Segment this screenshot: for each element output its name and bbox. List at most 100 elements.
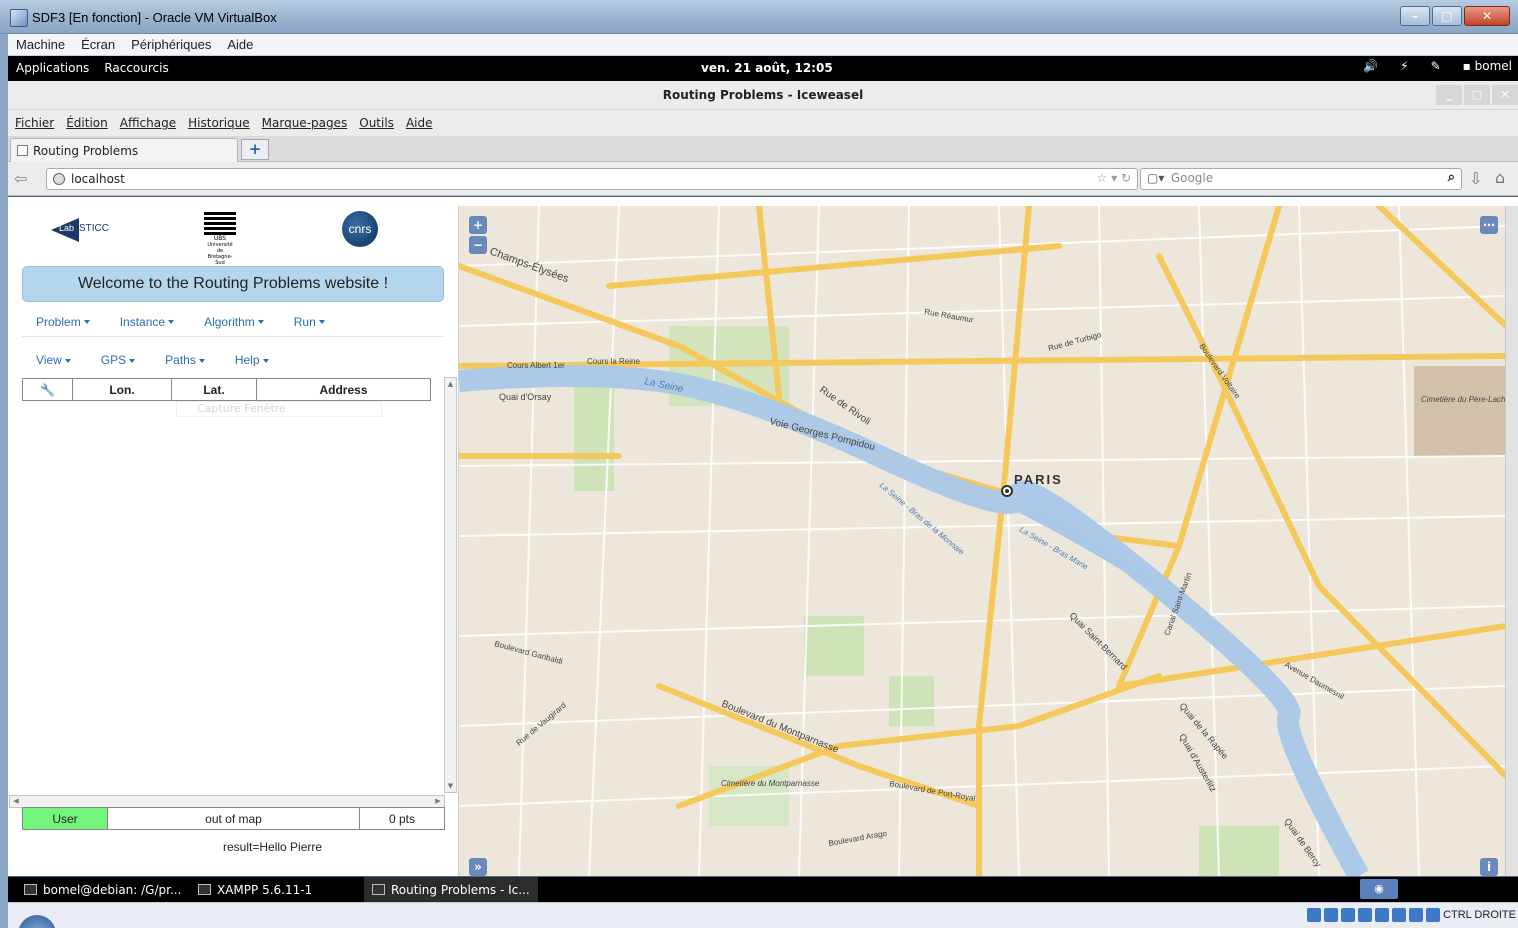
maximize-button[interactable]: □ — [1432, 6, 1462, 26]
menu-tools[interactable]: Outils — [359, 116, 394, 130]
virtualbox-status-bar: CTRL DROITE — [8, 902, 1518, 928]
map-label-cimetiere-pere: Cimetière du Père-Lachaise — [1421, 395, 1505, 404]
workspace-switcher[interactable]: ◉ — [1360, 879, 1398, 899]
map-label-paris: PARIS — [1014, 472, 1063, 487]
browser-minimize-button[interactable]: _ — [1436, 85, 1462, 105]
table-vertical-scrollbar[interactable]: ▲ ▼ — [444, 377, 457, 793]
zoom-in-button[interactable]: + — [469, 216, 487, 234]
map-info-button[interactable]: i — [1480, 858, 1498, 876]
search-engine-icon[interactable]: ▢▾ — [1147, 171, 1167, 185]
browser-icon — [372, 884, 385, 895]
menu-edit[interactable]: Édition — [66, 116, 108, 130]
scroll-right-arrow[interactable]: ▶ — [432, 796, 444, 807]
video-capture-icon[interactable] — [1409, 908, 1423, 922]
browser-close-button[interactable]: ✕ — [1492, 85, 1518, 105]
map-label-cours-reine: Cours la Reine — [587, 357, 640, 366]
layer-switcher-button[interactable]: ⋯ — [1480, 216, 1498, 234]
user-menu[interactable]: ▪ bomel — [1463, 59, 1512, 73]
gnome-top-panel: Applications Raccourcis ven. 21 août, 12… — [8, 56, 1518, 81]
search-icon[interactable]: ⌕ — [1448, 170, 1455, 185]
menu-history[interactable]: Historique — [188, 116, 250, 130]
menu-instance[interactable]: Instance — [120, 315, 174, 329]
virtualbox-window-controls: – □ ✕ — [1400, 6, 1510, 26]
overview-toggle-button[interactable]: » — [469, 858, 487, 876]
back-arrow-icon[interactable]: ⇦ — [14, 169, 40, 189]
virtualbox-window-title: SDF3 [En fonction] - Oracle VM VirtualBo… — [32, 10, 277, 25]
menu-help[interactable]: Aide — [406, 116, 433, 130]
map-view[interactable]: PARIS La Seine Voie Georges Pompidou Rue… — [458, 206, 1505, 876]
web-page: Lab STICC UBS Université de Bretagne-Sud… — [8, 197, 1518, 876]
device-status-icons — [1307, 908, 1440, 922]
optical-drive-icon[interactable] — [1324, 908, 1338, 922]
wrench-icon[interactable]: 🔧 — [22, 378, 73, 401]
menu-paths[interactable]: Paths — [165, 353, 205, 367]
virtualbox-title-bar: SDF3 [En fonction] - Oracle VM VirtualBo… — [0, 0, 1518, 34]
mouse-integration-icon[interactable] — [1426, 908, 1440, 922]
vbox-menu-help[interactable]: Aide — [227, 37, 253, 52]
top-menu-row: Problem Instance Algorithm Run — [22, 307, 444, 337]
close-button[interactable]: ✕ — [1464, 6, 1510, 26]
task-browser-label: Routing Problems - Ic... — [391, 882, 530, 897]
url-bar[interactable]: localhost ☆ ▾ ↻ — [46, 168, 1138, 190]
menu-bookmarks[interactable]: Marque-pages — [262, 116, 348, 130]
tab-routing-problems[interactable]: Routing Problems — [10, 138, 238, 162]
map-label-quai-orsay: Quai d'Orsay — [499, 392, 552, 402]
page-vertical-scrollbar[interactable] — [1505, 206, 1518, 876]
network-adapter-icon[interactable] — [1392, 908, 1406, 922]
menu-view[interactable]: View — [36, 353, 71, 367]
lab-sticc-logo: Lab STICC — [51, 218, 121, 242]
search-box[interactable]: ▢▾ Google ⌕ — [1140, 168, 1462, 190]
home-icon[interactable]: ⌂ — [1495, 168, 1505, 187]
points-count-cell: 0 pts — [359, 807, 445, 830]
task-xampp[interactable]: XAMPP 5.6.11-1 — [190, 877, 320, 902]
menu-file[interactable]: Fichier — [15, 116, 54, 130]
menu-help-page[interactable]: Help — [235, 353, 269, 367]
vbox-menu-devices[interactable]: Périphériques — [131, 37, 211, 52]
display-icon[interactable] — [1375, 908, 1389, 922]
virtualbox-app-icon — [10, 9, 28, 27]
menu-run[interactable]: Run — [294, 315, 325, 329]
shared-folder-icon[interactable] — [1358, 908, 1372, 922]
new-tab-button[interactable]: + — [241, 139, 269, 160]
task-terminal[interactable]: bomel@debian: /G/pr... — [16, 877, 189, 902]
vbox-menu-machine[interactable]: Machine — [16, 37, 65, 52]
navigation-toolbar: ⇦ localhost ☆ ▾ ↻ ▢▾ Google ⌕ ⇩ ⌂ — [8, 162, 1518, 196]
task-terminal-label: bomel@debian: /G/pr... — [43, 882, 182, 897]
points-table: 🔧 Lon. Lat. Address — [22, 378, 431, 401]
table-header-row: 🔧 Lon. Lat. Address — [22, 378, 431, 401]
zoom-out-button[interactable]: − — [469, 236, 487, 254]
browser-maximize-button[interactable]: □ — [1464, 85, 1490, 105]
applications-menu[interactable]: Applications — [16, 61, 89, 75]
task-browser[interactable]: Routing Problems - Ic... — [364, 877, 538, 902]
usb-icon[interactable] — [1341, 908, 1355, 922]
scroll-left-arrow[interactable]: ◀ — [10, 796, 22, 807]
screenshot-icon[interactable]: ✎ — [1431, 59, 1441, 73]
map-label-cimetiere-mont: Cimetière du Montparnasse — [721, 779, 820, 788]
shortcuts-menu[interactable]: Raccourcis — [104, 61, 168, 75]
scroll-down-arrow[interactable]: ▼ — [445, 780, 456, 792]
minimize-button[interactable]: – — [1400, 6, 1430, 26]
globe-icon — [53, 173, 65, 185]
gnome-bottom-panel: bomel@debian: /G/pr... XAMPP 5.6.11-1 Ro… — [8, 877, 1518, 902]
menu-view[interactable]: Affichage — [120, 116, 176, 130]
sidebar-panel: Lab STICC UBS Université de Bretagne-Sud… — [8, 197, 458, 876]
vbox-menu-screen[interactable]: Écran — [81, 37, 115, 52]
task-xampp-label: XAMPP 5.6.11-1 — [217, 882, 313, 897]
cnrs-logo: cnrs — [342, 211, 378, 247]
panel-clock[interactable]: ven. 21 août, 12:05 — [701, 61, 833, 75]
user-name: bomel — [1474, 59, 1512, 73]
harddisk-icon[interactable] — [1307, 908, 1321, 922]
scroll-up-arrow[interactable]: ▲ — [445, 378, 456, 390]
download-icon[interactable]: ⇩ — [1469, 169, 1482, 188]
volume-icon[interactable]: 🔊 — [1363, 59, 1378, 73]
windows-start-orb[interactable] — [18, 915, 56, 928]
welcome-banner: Welcome to the Routing Problems website … — [22, 266, 444, 302]
menu-problem[interactable]: Problem — [36, 315, 90, 329]
tab-label: Routing Problems — [33, 143, 139, 158]
menu-algorithm[interactable]: Algorithm — [204, 315, 264, 329]
location-status-cell: out of map — [107, 807, 360, 830]
network-icon[interactable]: ⚡ — [1400, 59, 1408, 73]
menu-gps[interactable]: GPS — [101, 353, 135, 367]
col-lat: Lat. — [171, 378, 257, 401]
bookmark-star-icon[interactable]: ☆ ▾ ↻ — [1097, 171, 1131, 185]
